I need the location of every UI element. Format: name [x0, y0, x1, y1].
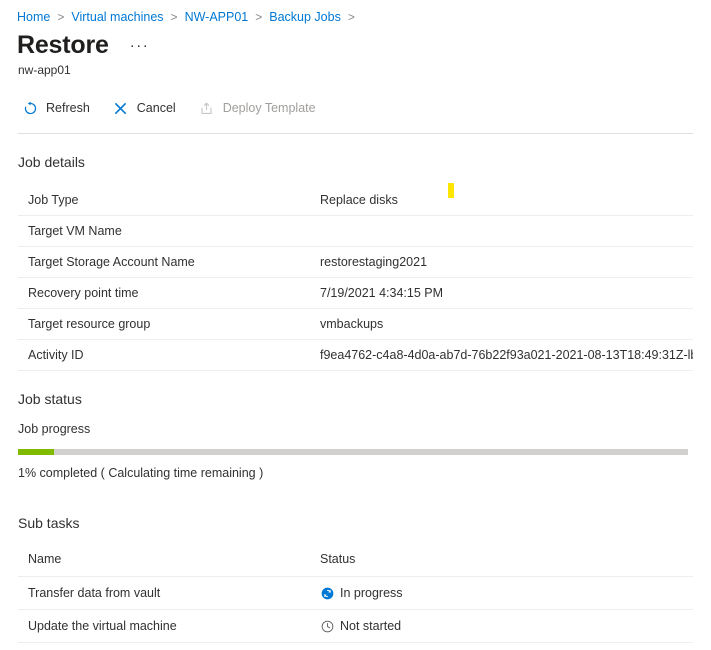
detail-key: Target Storage Account Name — [18, 246, 310, 278]
job-progress-fill — [18, 449, 55, 455]
sub-task-name: Transfer data from vault — [18, 576, 310, 610]
highlight-marker — [448, 183, 454, 198]
breadcrumb-item-nw-app01[interactable]: NW-APP01 — [185, 9, 249, 25]
breadcrumb-item-home[interactable]: Home — [17, 9, 50, 25]
job-progress-caption: 1% completed ( Calculating time remainin… — [18, 466, 264, 480]
deploy-template-label: Deploy Template — [222, 101, 316, 115]
detail-value: f9ea4762-c4a8-4d0a-ab7d-76b22f93a021-202… — [310, 339, 693, 371]
cancel-label: Cancel — [136, 101, 176, 115]
refresh-button[interactable]: Refresh — [18, 94, 101, 122]
job-details-table: Job Type Replace disks Target VM Name Ta… — [18, 185, 693, 371]
table-row: Transfer data from vault In progress — [18, 576, 693, 610]
detail-key: Target resource group — [18, 308, 310, 340]
column-header-name[interactable]: Name — [18, 546, 310, 577]
in-progress-icon — [320, 586, 334, 600]
sub-task-status-label: In progress — [340, 586, 403, 600]
sub-task-status: Not started — [310, 609, 693, 643]
breadcrumb-separator-icon: > — [57, 10, 65, 24]
page-subtitle: nw-app01 — [18, 63, 71, 77]
sub-tasks-heading: Sub tasks — [18, 515, 80, 531]
breadcrumb-separator-icon: > — [170, 10, 178, 24]
detail-key: Recovery point time — [18, 277, 310, 309]
close-x-icon — [112, 99, 130, 117]
command-bar: Refresh Cancel Deploy Template — [0, 78, 711, 124]
table-row: Activity ID f9ea4762-c4a8-4d0a-ab7d-76b2… — [18, 339, 693, 371]
breadcrumb-item-virtual-machines[interactable]: Virtual machines — [71, 9, 163, 25]
detail-value: Replace disks — [310, 185, 693, 216]
table-row: Target VM Name — [18, 215, 693, 247]
deploy-template-button: Deploy Template — [195, 94, 327, 122]
job-status-heading: Job status — [18, 391, 82, 407]
detail-value: restorestaging2021 — [310, 246, 693, 278]
detail-key: Job Type — [18, 185, 310, 216]
job-progress-bar — [18, 449, 688, 455]
table-row: Recovery point time 7/19/2021 4:34:15 PM — [18, 277, 693, 309]
table-row: Update the virtual machine Not started — [18, 609, 693, 643]
page-title: Restore — [17, 31, 109, 59]
breadcrumb-separator-icon: > — [347, 10, 355, 24]
page-header: Restore ··· — [0, 25, 711, 60]
sub-task-status: In progress — [310, 576, 693, 610]
refresh-label: Refresh — [46, 101, 90, 115]
detail-key: Activity ID — [18, 339, 310, 371]
detail-key: Target VM Name — [18, 215, 310, 247]
sub-task-name: Update the virtual machine — [18, 609, 310, 643]
table-row: Job Type Replace disks — [18, 185, 693, 216]
breadcrumb-item-backup-jobs[interactable]: Backup Jobs — [269, 9, 341, 25]
table-row: Target Storage Account Name restorestagi… — [18, 246, 693, 278]
sub-tasks-table: Name Status Transfer data from vault In … — [18, 546, 693, 643]
clock-icon — [320, 619, 334, 633]
detail-value — [310, 215, 693, 247]
detail-value: 7/19/2021 4:34:15 PM — [310, 277, 693, 309]
table-header-row: Name Status — [18, 546, 693, 577]
upload-icon — [198, 99, 216, 117]
table-row: Target resource group vmbackups — [18, 308, 693, 340]
column-header-status[interactable]: Status — [310, 546, 693, 577]
breadcrumb-separator-icon: > — [255, 10, 263, 24]
more-options-button[interactable]: ··· — [126, 37, 154, 55]
job-details-heading: Job details — [18, 154, 85, 170]
refresh-icon — [21, 99, 39, 117]
detail-value: vmbackups — [310, 308, 693, 340]
breadcrumb: Home > Virtual machines > NW-APP01 > Bac… — [0, 0, 711, 25]
sub-task-status-label: Not started — [340, 619, 402, 633]
cancel-button[interactable]: Cancel — [109, 94, 187, 122]
job-progress-label: Job progress — [18, 422, 91, 436]
